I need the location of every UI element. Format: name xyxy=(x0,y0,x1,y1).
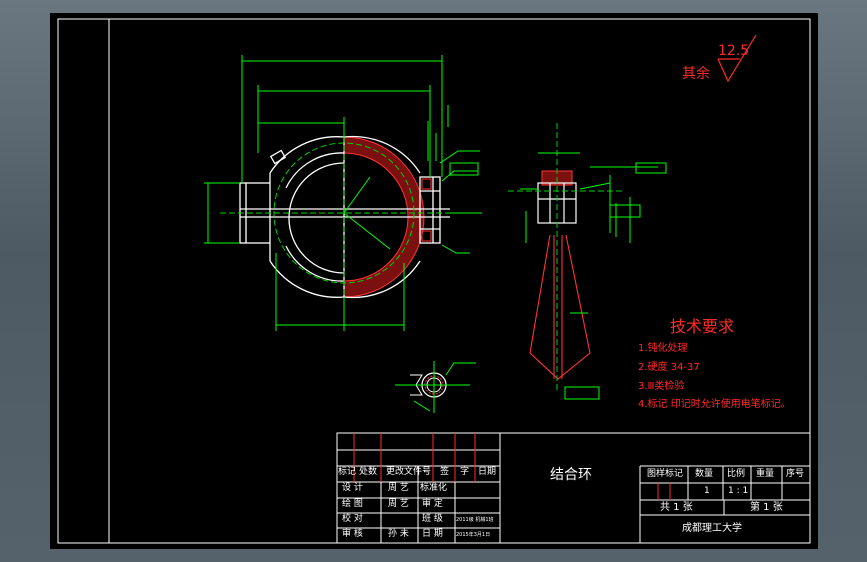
tb-quantity-value: 1 xyxy=(704,486,710,496)
tb-header-sign1: 签 xyxy=(440,467,450,477)
part-name: 结合环 xyxy=(550,467,592,483)
sheet-border xyxy=(57,18,811,544)
tech-req-title: 技术要求 xyxy=(670,317,735,336)
tb-row-check-label: 校 对 xyxy=(342,514,363,524)
drawing-sheet: 12.5 其余 技术要求 1.钝化处理 2.硬度 34-37 3.Ⅲ类检验 4.… xyxy=(50,13,818,549)
tb-header-date: 日期 xyxy=(478,467,497,477)
tb-info-scale: 比例 xyxy=(727,469,746,479)
tb-scale-value: 1 : 1 xyxy=(728,486,749,496)
roughness-other-label: 其余 xyxy=(682,66,710,82)
tb-header-sign2: 字 xyxy=(460,467,470,477)
tb-info-serial: 序号 xyxy=(786,469,805,479)
tech-req-item-3: 3.Ⅲ类检验 xyxy=(638,381,685,392)
tb-sheet-no: 第 1 张 xyxy=(750,502,783,513)
tb-row-check-date: 2011级 机械1班 xyxy=(456,517,494,523)
tb-row-review-role: 日 期 xyxy=(422,529,443,539)
tb-header-count: 处数 xyxy=(359,467,378,477)
tb-row-draw-role: 审 定 xyxy=(422,499,443,509)
side-view xyxy=(508,123,667,400)
tb-row-review-label: 审 核 xyxy=(342,529,363,539)
tb-row-review-name: 孙 未 xyxy=(388,529,409,539)
tb-info-weight: 重量 xyxy=(756,469,775,479)
tech-req-item-2: 2.硬度 34-37 xyxy=(638,362,700,373)
tb-info-pattern: 图样标记 xyxy=(647,469,684,479)
tb-header-mark: 标记 xyxy=(338,467,357,477)
school-name: 成都理工大学 xyxy=(682,523,742,534)
tb-header-doc: 更改文件号 xyxy=(386,467,432,477)
tech-req-item-1: 1.钝化处理 xyxy=(638,343,688,354)
tb-row-draw-label: 绘 图 xyxy=(342,499,363,509)
tech-req-item-4: 4.标记 印记时允许使用电笔标记。 xyxy=(638,399,791,410)
tb-row-review-date: 2015年3月1日 xyxy=(456,532,491,538)
detail-view xyxy=(395,361,476,413)
tb-info-quantity: 数量 xyxy=(695,469,714,479)
tb-row-check-role: 班 级 xyxy=(422,514,443,524)
tb-row-design-role: 标准化 xyxy=(420,483,448,493)
front-view xyxy=(204,55,482,331)
tb-sheets-total: 共 1 张 xyxy=(660,502,693,513)
tb-row-design-label: 设 计 xyxy=(342,483,363,493)
roughness-value: 12.5 xyxy=(718,43,750,59)
tb-row-draw-name: 周 艺 xyxy=(388,499,409,509)
tb-row-design-name: 周 艺 xyxy=(388,483,409,493)
